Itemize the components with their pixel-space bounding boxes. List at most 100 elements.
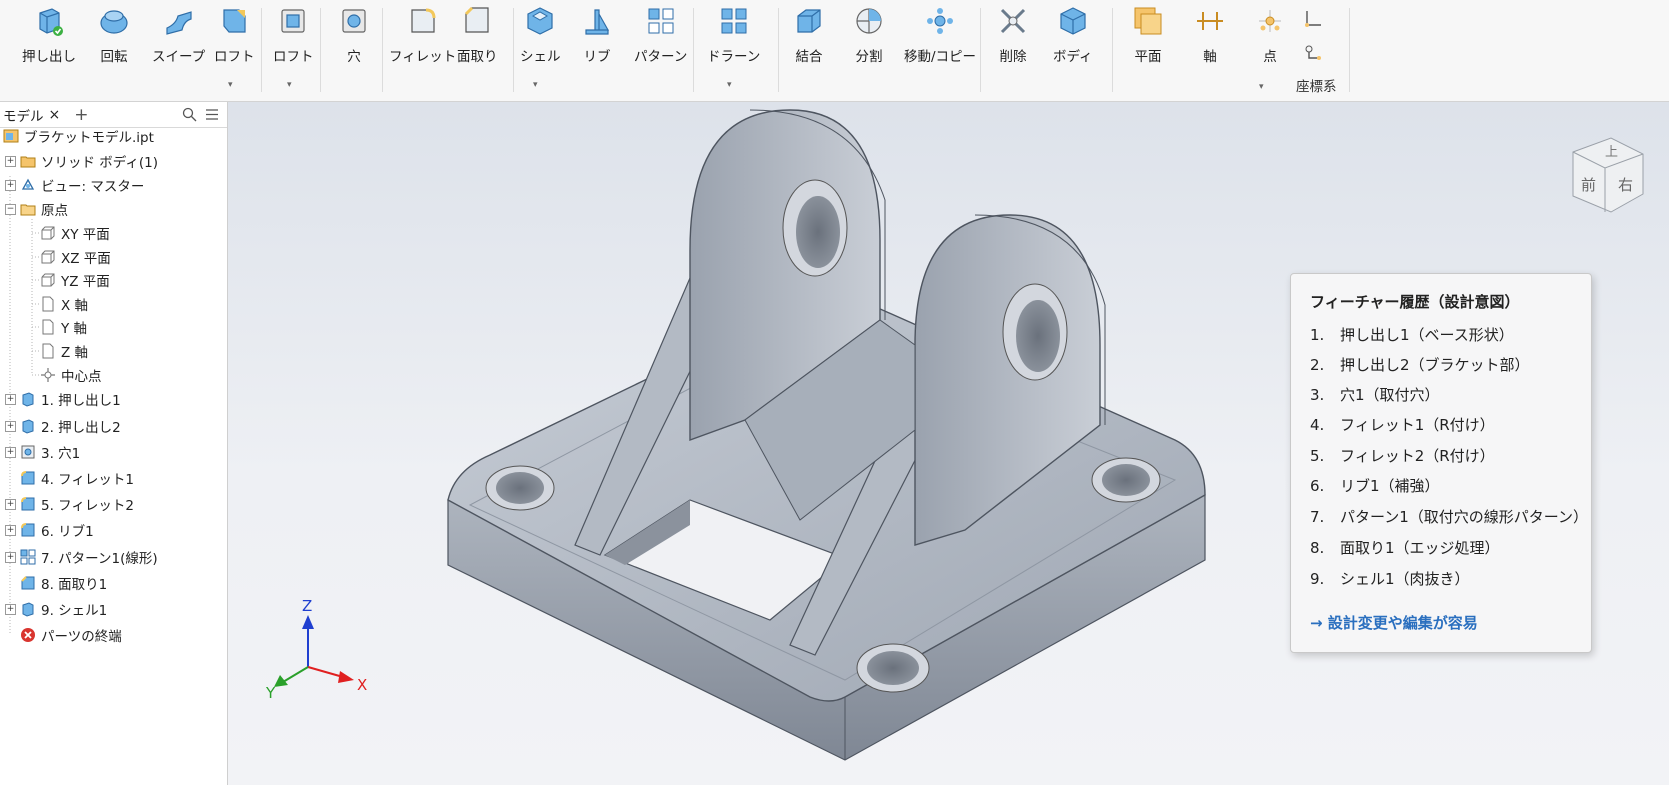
rib-button[interactable]: リブ: [580, 4, 614, 65]
plane-icon: [1134, 7, 1162, 35]
view-cube[interactable]: 上 前 右: [1563, 132, 1653, 222]
tree-item-part-file[interactable]: ブラケットモデル.ipt: [3, 126, 154, 146]
tree-item-end-of-part[interactable]: パーツの終端: [20, 625, 122, 645]
rib-small-icon: [21, 523, 35, 537]
plane-button[interactable]: 平面: [1131, 4, 1165, 65]
move-copy-icon: [927, 8, 954, 34]
feature-history-item: 4. フィレット1（R付け）: [1310, 416, 1495, 434]
move-copy-button[interactable]: 移動/コピー: [904, 4, 976, 65]
pattern-icon: [648, 8, 674, 34]
pattern-label: パターン: [634, 49, 688, 65]
feature-history-item: 1. 押し出し1（ベース形状）: [1310, 326, 1514, 344]
axis-x-label: X: [357, 676, 367, 694]
tree-item-extrude2[interactable]: 2. 押し出し2: [20, 416, 121, 436]
view-cube-front[interactable]: 前: [1581, 176, 1596, 194]
tree-item-fillet1[interactable]: 4. フィレット1: [20, 468, 134, 488]
tree-item-chamfer1[interactable]: 8. 面取り1: [20, 573, 107, 593]
feature-history-item: 2. 押し出し2（ブラケット部）: [1310, 356, 1530, 374]
tree-item-center-point[interactable]: 中心点: [40, 365, 102, 385]
ucs-icon[interactable]: [1302, 8, 1324, 30]
rib-icon: [585, 9, 610, 35]
shell-button[interactable]: シェル: [520, 4, 561, 65]
expand-toggle[interactable]: +: [5, 180, 16, 191]
draft-dropdown-arrow[interactable]: ▾: [727, 80, 732, 90]
ucs-point-icon[interactable]: [1302, 42, 1324, 64]
feature-history-title: フィーチャー履歴（設計意図）: [1310, 293, 1520, 311]
tree-item-yz-plane[interactable]: YZ 平面: [40, 270, 110, 290]
split-button[interactable]: 分割: [852, 4, 886, 65]
pattern-button[interactable]: パターン: [634, 4, 687, 65]
view-cube-right[interactable]: 右: [1618, 176, 1633, 194]
extrude-button[interactable]: 押し出し: [22, 4, 76, 65]
tree-item-solid-bodies[interactable]: ソリッド ボディ(1): [20, 151, 158, 171]
combine-label: 結合: [795, 49, 823, 65]
folder-icon: [20, 156, 36, 168]
delete-button[interactable]: 削除: [996, 4, 1030, 65]
collapse-toggle[interactable]: −: [5, 204, 16, 215]
fillet-icon: [411, 8, 436, 33]
axis-label: 軸: [1203, 49, 1217, 65]
loft-2-dropdown-arrow[interactable]: ▾: [287, 80, 292, 90]
tree-item-view-master[interactable]: ビュー: マスター: [20, 175, 144, 195]
expand-toggle[interactable]: +: [5, 447, 16, 458]
split-label: 分割: [855, 49, 883, 65]
revolve-button[interactable]: 回転: [97, 4, 131, 65]
folder-open-icon: [20, 204, 36, 216]
ribbon-divider: [513, 8, 514, 92]
feature-history-item: 9. シェル1（肉抜き）: [1310, 570, 1470, 588]
chamfer-button[interactable]: 面取り: [457, 4, 498, 65]
tree-item-pattern1[interactable]: 7. パターン1(線形): [20, 547, 158, 567]
expand-toggle[interactable]: +: [5, 156, 16, 167]
tree-item-rib1[interactable]: 6. リブ1: [20, 520, 94, 540]
point-button[interactable]: 点: [1253, 4, 1287, 65]
tree-item-hole1[interactable]: 3. 穴1: [20, 442, 80, 462]
expand-toggle[interactable]: +: [5, 552, 16, 563]
expand-toggle[interactable]: +: [5, 394, 16, 405]
view-cube-top[interactable]: 上: [1605, 145, 1618, 160]
axis-icon: [1197, 12, 1223, 30]
end-of-part-icon: [21, 628, 35, 642]
fillet-label: フィレット: [389, 49, 457, 65]
combine-button[interactable]: 結合: [792, 4, 826, 65]
ribbon-divider: [980, 8, 981, 92]
axis-triad: Z X Y: [265, 597, 367, 702]
feature-history-item: 5. フィレット2（R付け）: [1310, 447, 1495, 465]
tree-item-z-axis[interactable]: Z 軸: [40, 341, 88, 361]
tree-item-x-axis[interactable]: X 軸: [40, 294, 88, 314]
body-button[interactable]: ボディ: [1053, 4, 1093, 65]
axis-button[interactable]: 軸: [1193, 4, 1227, 65]
loft-button[interactable]: ロフト: [214, 4, 255, 65]
plane-label: 平面: [1134, 49, 1162, 65]
view-icon: [21, 178, 35, 190]
draft-button[interactable]: ドラーン: [707, 4, 760, 65]
expand-toggle[interactable]: +: [5, 499, 16, 510]
plane-small-icon: [41, 273, 55, 287]
expand-toggle[interactable]: +: [5, 421, 16, 432]
expand-toggle[interactable]: +: [5, 604, 16, 615]
ribbon-divider: [778, 8, 779, 92]
fillet-button[interactable]: フィレット: [389, 4, 456, 65]
rib-label: リブ: [583, 49, 611, 65]
shell-dropdown-arrow[interactable]: ▾: [533, 80, 538, 90]
tree-item-extrude1[interactable]: 1. 押し出し1: [20, 389, 121, 409]
tree-item-fillet2[interactable]: 5. フィレット2: [20, 494, 134, 514]
ribbon-divider: [261, 8, 262, 92]
move-copy-label: 移動/コピー: [904, 49, 977, 65]
ribbon-divider: [320, 8, 321, 92]
hole-label: 穴: [347, 49, 361, 65]
expand-toggle[interactable]: +: [5, 525, 16, 536]
loft-2-button[interactable]: ロフト: [273, 4, 314, 65]
ribbon-divider: [1349, 8, 1350, 92]
tree-item-shell1[interactable]: 9. シェル1: [20, 599, 107, 619]
tree-item-y-axis[interactable]: Y 軸: [40, 317, 87, 337]
point-dropdown-arrow[interactable]: ▾: [1259, 82, 1264, 92]
feature-history-item: 8. 面取り1（エッジ処理）: [1310, 539, 1500, 557]
tree-item-xy-plane[interactable]: XY 平面: [40, 223, 110, 243]
loft-dropdown-arrow[interactable]: ▾: [228, 80, 233, 90]
sweep-button[interactable]: スイープ: [152, 4, 205, 65]
tree-item-origin[interactable]: 原点: [20, 199, 68, 219]
sweep-icon: [165, 11, 192, 35]
revolve-icon: [100, 10, 128, 34]
hole-button[interactable]: 穴: [337, 4, 371, 65]
tree-item-xz-plane[interactable]: XZ 平面: [40, 247, 111, 267]
